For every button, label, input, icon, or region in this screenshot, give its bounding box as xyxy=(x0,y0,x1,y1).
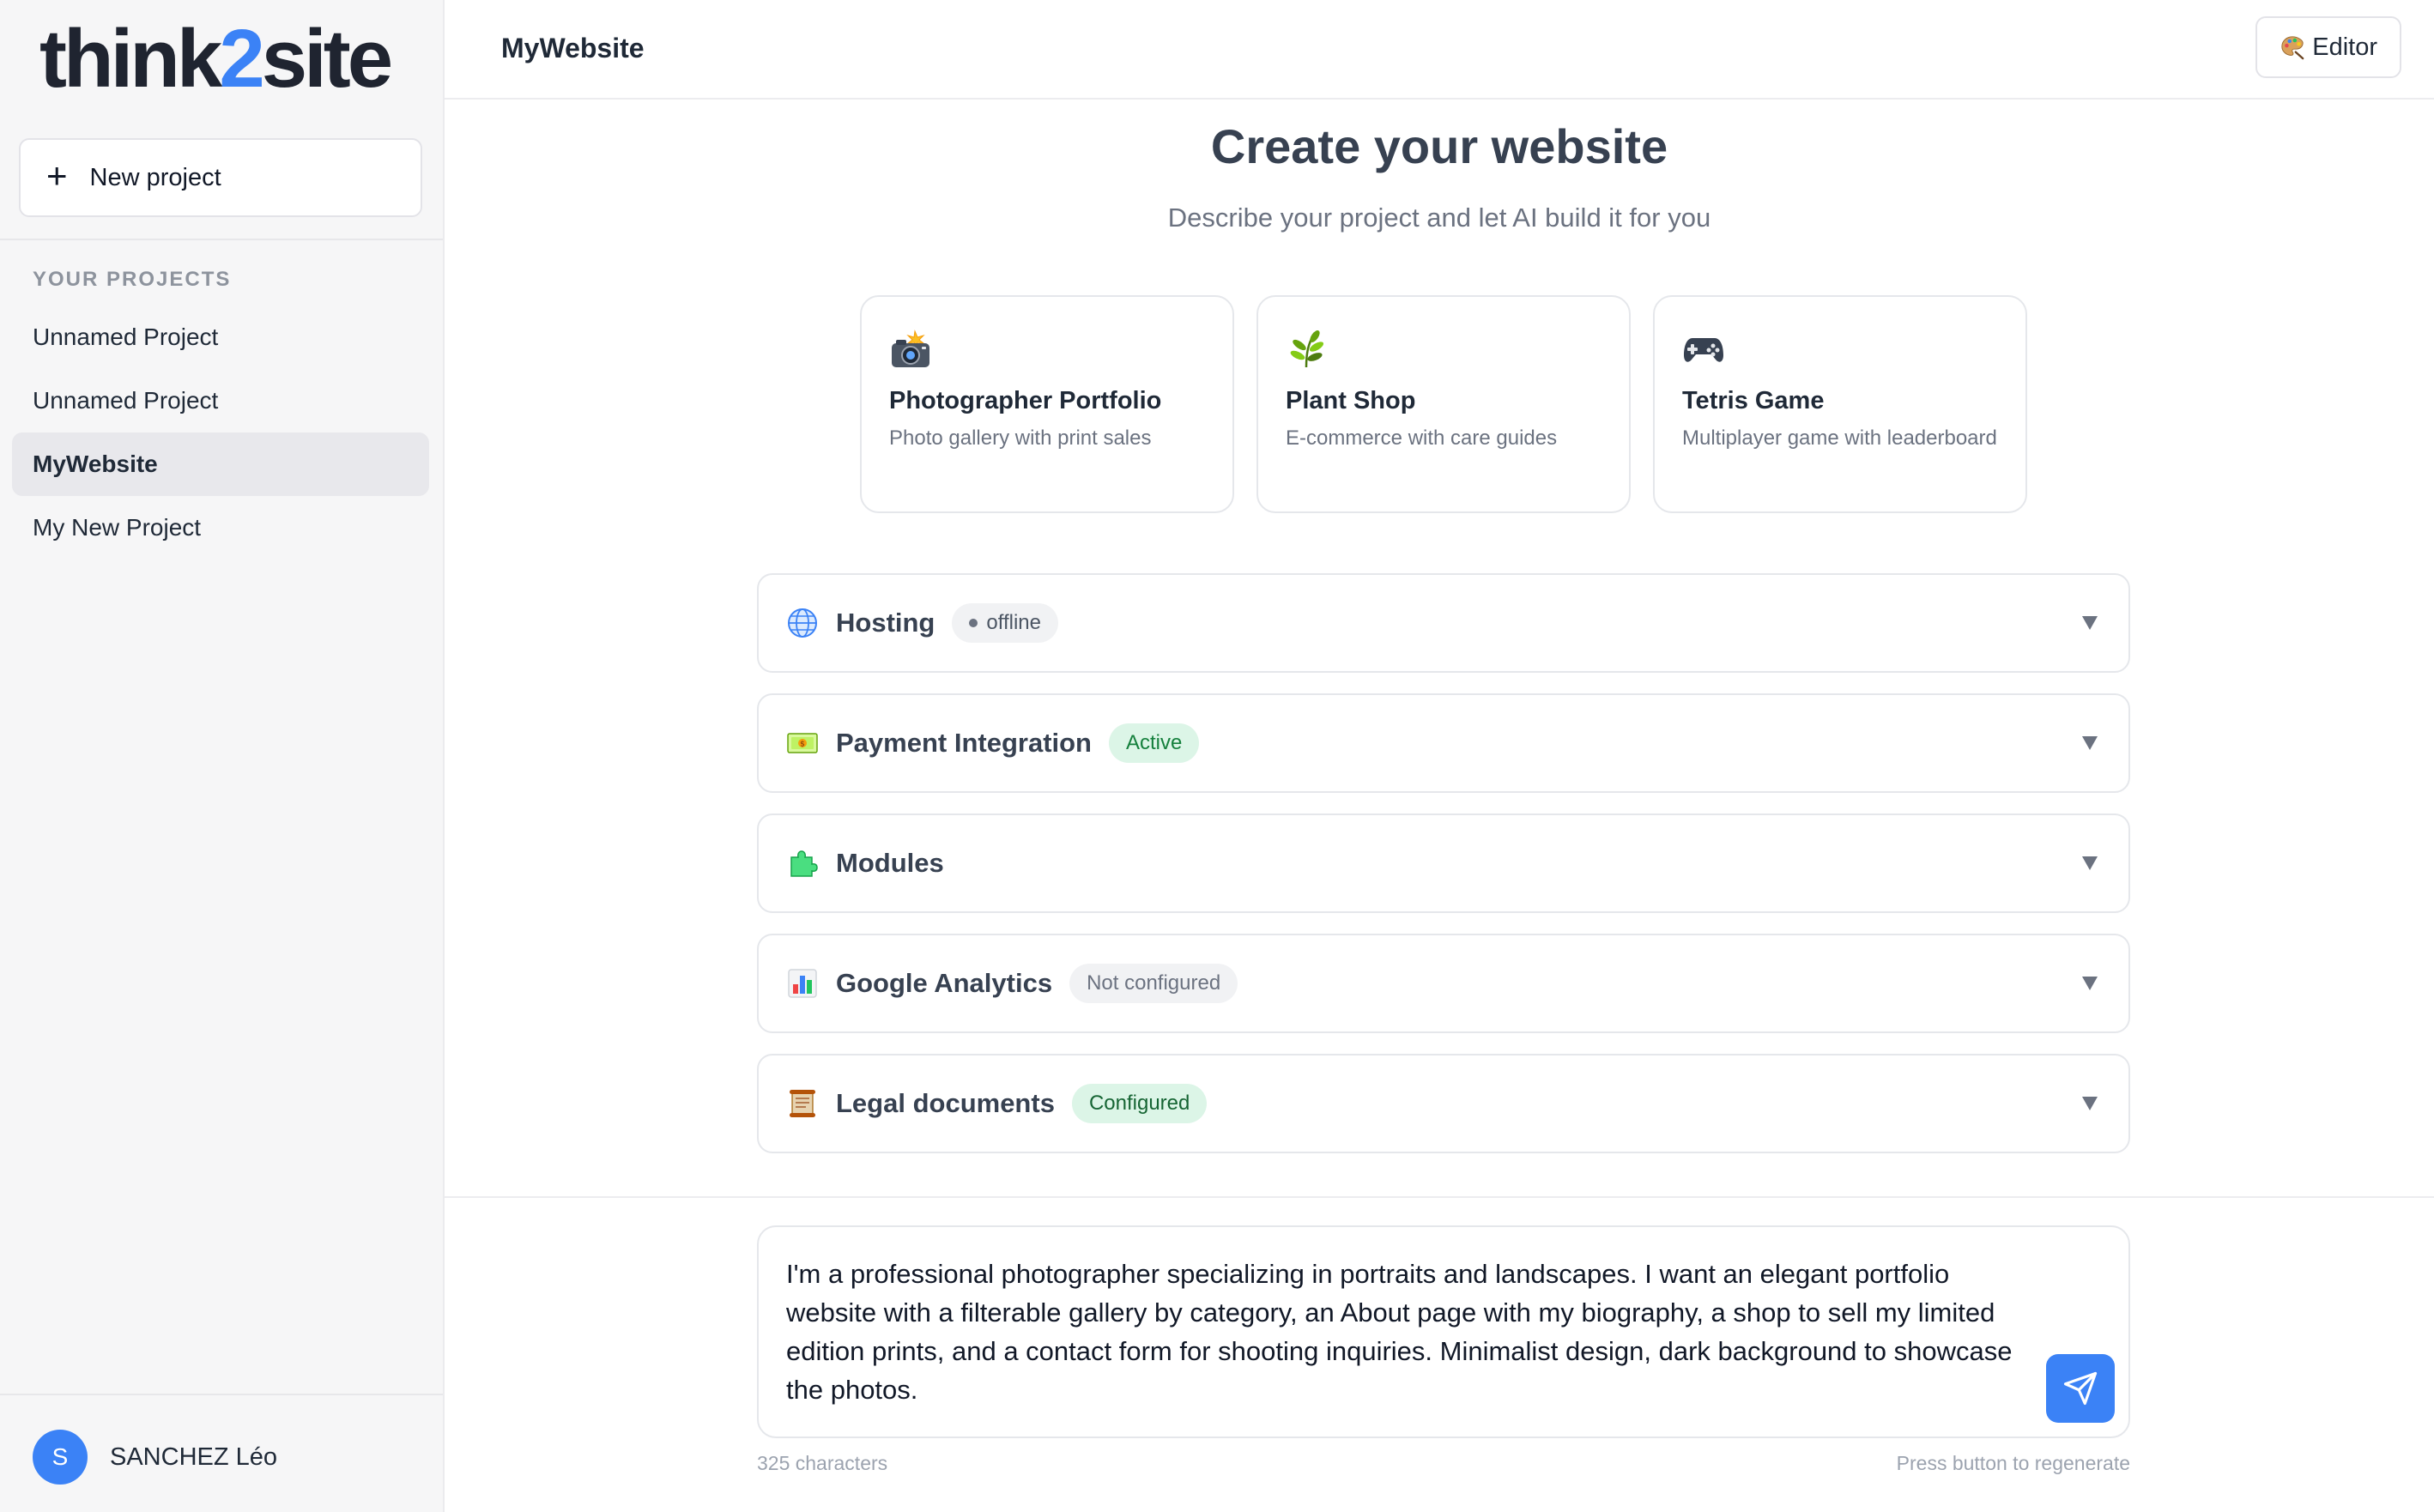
editor-button[interactable]: Editor xyxy=(2255,16,2401,78)
page-title: MyWebsite xyxy=(501,33,645,64)
user-name: SANCHEZ Léo xyxy=(110,1442,278,1471)
globe-icon xyxy=(788,608,817,638)
new-project-button[interactable]: + New project xyxy=(19,138,422,217)
herb-icon xyxy=(1290,330,1324,368)
panel-title: Legal documents xyxy=(836,1088,1055,1118)
status-badge-label: offline xyxy=(986,611,1041,634)
game-controller-icon xyxy=(1684,338,1723,362)
chevron-down-icon[interactable] xyxy=(2082,616,2098,630)
status-badge-not-configured: Not configured xyxy=(1069,964,1238,1003)
template-card-plant-shop[interactable]: Plant Shop E-commerce with care guides xyxy=(1256,295,1631,513)
camera-flash-icon xyxy=(892,330,929,367)
logo-text-think: think xyxy=(39,13,222,105)
template-cards: Photographer Portfolio Photo gallery wit… xyxy=(860,295,2027,513)
logo-text-site: site xyxy=(261,13,393,105)
palette-icon xyxy=(2281,36,2304,60)
character-count: 325 characters xyxy=(757,1452,888,1474)
template-card-tetris[interactable]: Tetris Game Multiplayer game with leader… xyxy=(1653,295,2027,513)
template-desc: Multiplayer game with leaderboard xyxy=(1682,426,1997,450)
template-desc: Photo gallery with print sales xyxy=(889,426,1152,450)
send-button[interactable] xyxy=(2046,1354,2115,1423)
panel-title: Payment Integration xyxy=(836,728,1092,758)
status-badge-offline: offline xyxy=(952,603,1058,643)
avatar: S xyxy=(33,1430,88,1485)
project-item[interactable]: My New Project xyxy=(12,496,429,559)
user-profile[interactable]: S SANCHEZ Léo xyxy=(33,1430,277,1485)
regenerate-hint: Press button to regenerate xyxy=(1896,1452,2130,1474)
money-icon: $ xyxy=(787,733,818,753)
send-icon xyxy=(2063,1371,2098,1406)
template-desc: E-commerce with care guides xyxy=(1286,426,1558,450)
prompt-textarea[interactable]: I'm a professional photographer speciali… xyxy=(757,1225,2130,1438)
status-badge-configured: Configured xyxy=(1071,1084,1208,1123)
panel-hosting[interactable]: Hosting offline xyxy=(757,573,2130,673)
panel-title: Modules xyxy=(836,848,944,878)
panel-modules[interactable]: Modules xyxy=(757,813,2130,913)
chevron-down-icon[interactable] xyxy=(2082,977,2098,990)
status-dot xyxy=(969,619,978,627)
main-title: Create your website xyxy=(1210,119,1668,173)
panel-title: Google Analytics xyxy=(836,968,1053,998)
prompt-text[interactable]: I'm a professional photographer speciali… xyxy=(786,1255,2031,1409)
template-card-photographer[interactable]: Photographer Portfolio Photo gallery wit… xyxy=(860,295,1234,513)
main-subtitle: Describe your project and let AI build i… xyxy=(1167,203,1711,233)
logo-text-2: 2 xyxy=(219,13,264,105)
bar-chart-icon xyxy=(788,969,817,998)
settings-panels: Hosting offline $ Payment Integration Ac… xyxy=(757,573,2130,1174)
sidebar: think 2 site + New project YOUR PROJECTS U… xyxy=(0,0,445,1512)
new-project-label: New project xyxy=(89,163,221,191)
panel-google-analytics[interactable]: Google Analytics Not configured xyxy=(757,934,2130,1033)
panel-title: Hosting xyxy=(836,608,935,638)
editor-label: Editor xyxy=(2312,33,2377,61)
template-title: Plant Shop xyxy=(1286,387,1416,414)
status-badge-active: Active xyxy=(1109,723,1200,763)
panel-legal-documents[interactable]: Legal documents Configured xyxy=(757,1054,2130,1153)
template-title: Tetris Game xyxy=(1682,387,1825,414)
chevron-down-icon[interactable] xyxy=(2082,1097,2098,1110)
project-item[interactable]: Unnamed Project xyxy=(12,369,429,432)
puzzle-icon xyxy=(790,850,818,877)
logo[interactable]: think 2 site xyxy=(39,13,393,105)
composer-divider xyxy=(445,1196,2434,1198)
project-list: Unnamed Project Unnamed Project MyWebsit… xyxy=(12,305,429,559)
project-item-active[interactable]: MyWebsite xyxy=(12,432,429,496)
template-title: Photographer Portfolio xyxy=(889,387,1162,414)
chevron-down-icon[interactable] xyxy=(2082,736,2098,750)
top-bar: MyWebsite Editor xyxy=(445,0,2434,100)
scroll-icon xyxy=(790,1090,815,1117)
project-item[interactable]: Unnamed Project xyxy=(12,305,429,369)
svg-text:$: $ xyxy=(800,741,805,749)
sidebar-bottom-divider xyxy=(0,1394,443,1395)
panel-payment-integration[interactable]: $ Payment Integration Active xyxy=(757,693,2130,793)
sidebar-divider xyxy=(0,239,443,240)
projects-section-label: YOUR PROJECTS xyxy=(33,268,232,291)
plus-icon: + xyxy=(46,155,68,196)
chevron-down-icon[interactable] xyxy=(2082,856,2098,870)
